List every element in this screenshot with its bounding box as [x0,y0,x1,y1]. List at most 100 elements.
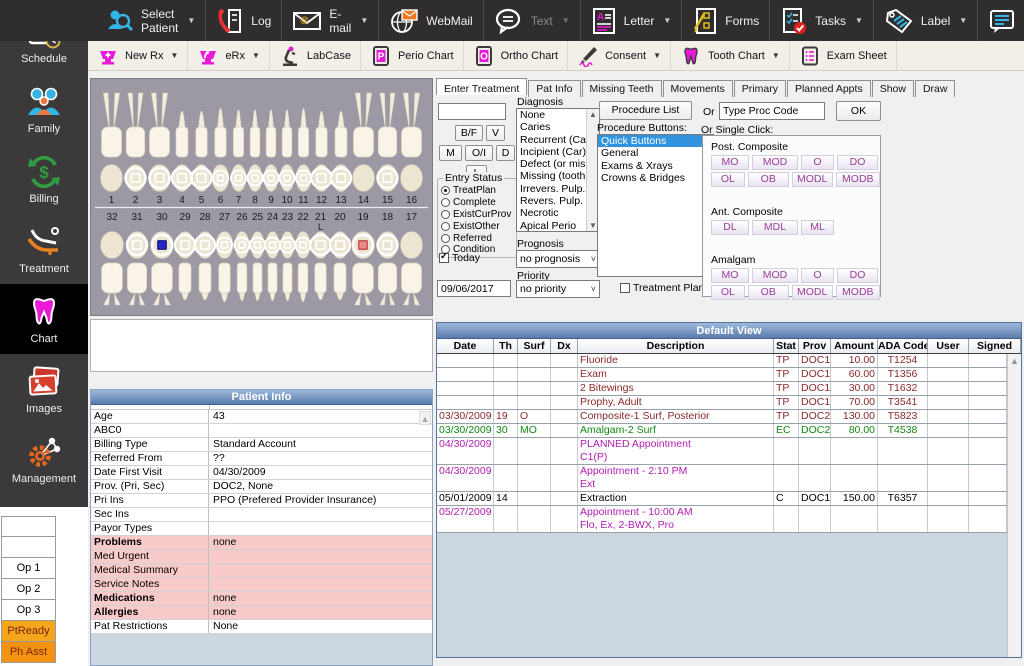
tooth-occlusal-18[interactable] [377,232,397,259]
tooth-occlusal-32[interactable] [101,232,124,259]
tooth-chart-graphic[interactable]: 1234567891011121314151632313029282726252… [91,79,432,315]
entry-status-complete[interactable]: Complete [441,197,514,209]
tooth-occlusal-29[interactable] [175,232,195,259]
quick-button-post-composite-mod[interactable]: MOD [752,155,798,170]
tooth-number-13[interactable]: 13 [335,195,347,206]
diagnosis-item-none[interactable]: None [517,109,587,121]
column-header-amount[interactable]: Amount [831,339,878,353]
tooth-occlusal-24[interactable] [265,232,280,259]
tooth-occlusal-31[interactable] [126,232,147,259]
tooth-anatomical-17[interactable] [402,263,422,305]
diagnosis-item-incipient-car[interactable]: Incipient (Car) [517,146,587,158]
tooth-occlusal-15[interactable] [377,165,397,192]
tooth-number-12[interactable]: 12 [316,195,328,206]
quick-button-amalgam-mod[interactable]: MOD [752,268,798,283]
tooth-anatomical-24[interactable] [268,263,277,301]
tooth-anatomical-32[interactable] [102,263,123,305]
quick-button-amalgam-ol[interactable]: OL [711,285,745,300]
graphical-tooth-chart[interactable]: 1234567891011121314151632313029282726252… [90,78,433,316]
diagnosis-item-defect-or-miss[interactable]: Defect (or miss [517,158,587,170]
tooth-anatomical-9[interactable] [266,110,276,158]
column-header-th[interactable]: Th [494,339,518,353]
tooth-number-23[interactable]: 23 [282,212,294,223]
column-header-surf[interactable]: Surf [518,339,551,353]
quick-button-ant-composite-dl[interactable]: DL [711,220,749,235]
tooth-number-15[interactable]: 15 [382,195,394,206]
label-button[interactable]: Label ▼ [874,0,978,41]
tooth-anatomical-8[interactable] [250,110,260,158]
tooth-occlusal-3[interactable] [149,165,171,192]
tooth-occlusal-27[interactable] [216,232,233,259]
proc-code-input[interactable] [719,102,825,120]
tooth-number-14[interactable]: 14 [358,195,370,206]
tooth-anatomical-18[interactable] [378,263,396,305]
tooth-number-11[interactable]: 11 [298,195,309,206]
diagnosis-item-missing-tooth-s[interactable]: Missing (tooth s [517,170,587,182]
tooth-anatomical-7[interactable] [233,110,243,158]
surface-bf-button[interactable]: B/F [455,125,483,141]
tooth-anatomical-5[interactable] [196,111,207,157]
labcase-button[interactable]: LabCase [270,41,361,70]
tooth-number-16[interactable]: 16 [406,195,418,206]
tooth-occlusal-23[interactable] [280,232,295,259]
tooth-chart-button[interactable]: Tooth Chart ▼ [671,41,790,70]
tooth-anatomical-19[interactable] [353,263,374,305]
diagnosis-listbox[interactable]: ▲▼ NoneCariesRecurrent (Car)Incipient (C… [516,108,600,232]
tooth-number-20[interactable]: 20 [334,212,346,223]
quick-button-post-composite-ol[interactable]: OL [711,172,745,187]
procedure-date-input[interactable] [437,280,511,297]
procedure-category-crowns-bridges[interactable]: Crowns & Bridges [598,172,713,184]
tooth-anatomical-23[interactable] [283,263,292,301]
tooth-occlusal-2[interactable] [125,165,145,192]
quick-button-post-composite-mo[interactable]: MO [711,155,749,170]
tooth-occlusal-16[interactable] [401,165,423,192]
letter-button[interactable]: A Letter ▼ [581,0,683,41]
quick-button-post-composite-modb[interactable]: MODB [836,172,880,187]
tooth-anatomical-10[interactable] [282,110,292,158]
tooth-occlusal-30[interactable] [151,232,174,259]
tab-enter-treatment[interactable]: Enter Treatment [436,78,527,95]
table-row[interactable]: Prophy, AdultTPDOC170.00T3541 [437,396,1007,410]
entry-status-existcurprov[interactable]: ExistCurProv [441,209,514,221]
tooth-number-2[interactable]: 2 [133,195,139,206]
procedure-list-button[interactable]: Procedure List [599,101,692,120]
tooth-occlusal-7[interactable] [231,165,246,192]
table-row[interactable]: ExamTPDOC160.00T1356 [437,368,1007,382]
entry-status-treatplan[interactable]: TreatPlan [441,185,514,197]
quick-button-ant-composite-mdl[interactable]: MDL [752,220,798,235]
tooth-anatomical-31[interactable] [127,263,146,305]
tooth-occlusal-12[interactable] [312,165,332,192]
forms-button[interactable]: Forms [682,0,770,41]
op-cell-empty[interactable] [1,516,56,537]
table-row[interactable]: 04/30/2009Appointment - 2:10 PMExt [437,465,1007,492]
column-header-description[interactable]: Description [578,339,774,353]
consent-button[interactable]: Consent ▼ [568,41,671,70]
tooth-occlusal-10[interactable] [280,165,295,192]
tooth-anatomical-3[interactable] [150,93,170,157]
tooth-number-27[interactable]: 27 [219,212,231,223]
tooth-number-4[interactable]: 4 [179,195,185,206]
tooth-number-31[interactable]: 31 [131,212,143,223]
exam-sheet-button[interactable]: Exam Sheet [790,41,897,70]
tooth-anatomical-29[interactable] [179,263,191,300]
column-header-ada-code[interactable]: ADA Code [878,339,928,353]
op-cell-op-3[interactable]: Op 3 [1,600,56,621]
tooth-occlusal-17[interactable] [401,232,423,259]
quick-button-post-composite-modl[interactable]: MODL [792,172,833,187]
tooth-occlusal-8[interactable] [248,165,263,192]
quick-button-amalgam-do[interactable]: DO [837,268,878,283]
column-header-stat[interactable]: Stat [774,339,799,353]
surface-oi-button[interactable]: O/I [465,145,493,161]
tab-movements[interactable]: Movements [663,80,733,97]
tooth-anatomical-20[interactable] [334,263,346,300]
tooth-anatomical-4[interactable] [176,111,188,157]
log-button[interactable]: Log [206,0,282,41]
tooth-number-18[interactable]: 18 [382,212,394,223]
tooth-anatomical-6[interactable] [215,108,226,157]
tooth-anatomical-22[interactable] [298,263,308,302]
tooth-occlusal-6[interactable] [212,165,229,192]
op-cell-op-2[interactable]: Op 2 [1,579,56,600]
tooth-occlusal-5[interactable] [192,165,212,192]
tooth-anatomical-28[interactable] [199,263,211,300]
column-header-date[interactable]: Date [437,339,494,353]
